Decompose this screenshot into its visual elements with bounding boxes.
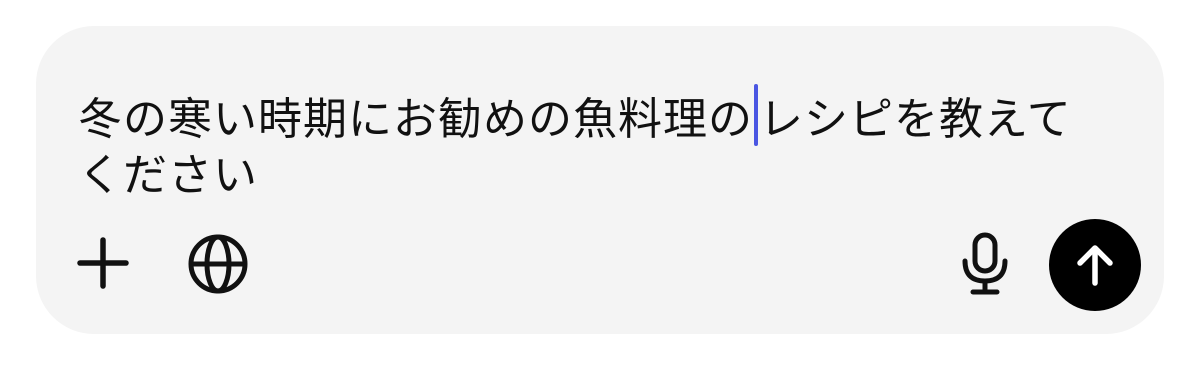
globe-icon (188, 234, 248, 294)
message-text-before-caret: 冬の寒い時期にお勧めの魚料理の (78, 94, 753, 145)
add-attachment-button[interactable] (74, 234, 132, 292)
plus-icon (77, 237, 129, 289)
voice-input-button[interactable] (953, 232, 1017, 296)
microphone-icon (962, 232, 1008, 295)
text-caret (754, 84, 758, 146)
web-search-button[interactable] (186, 232, 250, 296)
arrow-up-icon (1077, 245, 1113, 286)
message-input[interactable]: 冬の寒い時期にお勧めの魚料理の レシピを教えてください (78, 84, 1108, 204)
message-composer: 冬の寒い時期にお勧めの魚料理の レシピを教えてください (36, 26, 1164, 334)
send-button[interactable] (1049, 219, 1141, 311)
